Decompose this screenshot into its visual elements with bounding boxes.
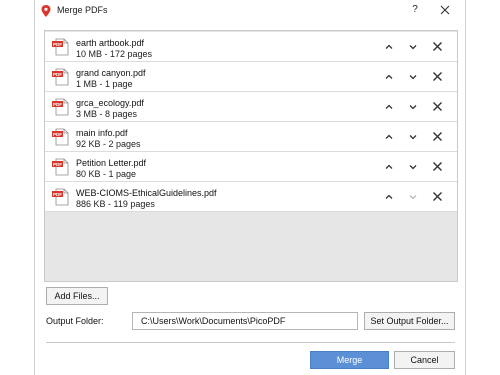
file-row[interactable]: PDF main info.pdf 92 KB - 2 pages	[45, 122, 457, 152]
close-icon[interactable]	[431, 100, 444, 113]
chevron-down-icon[interactable]	[407, 161, 419, 173]
chevron-up-icon[interactable]	[383, 101, 395, 113]
file-meta: 80 KB - 1 page	[76, 169, 137, 179]
pdf-file-icon: PDF	[52, 38, 69, 56]
chevron-up-icon[interactable]	[383, 71, 395, 83]
file-row[interactable]: PDF earth artbook.pdf 10 MB - 172 pages	[45, 32, 457, 62]
pdf-file-icon: PDF	[52, 158, 69, 176]
cancel-button[interactable]: Cancel	[394, 351, 455, 369]
chevron-down-icon[interactable]	[407, 101, 419, 113]
svg-text:PDF: PDF	[53, 192, 62, 197]
chevron-down-icon[interactable]	[407, 71, 419, 83]
svg-text:PDF: PDF	[53, 72, 62, 77]
svg-text:PDF: PDF	[53, 42, 62, 47]
file-row[interactable]: PDF grca_ecology.pdf 3 MB - 8 pages	[45, 92, 457, 122]
map-pin-icon	[41, 5, 51, 17]
chevron-down-icon[interactable]	[407, 41, 419, 53]
window-title: Merge PDFs	[57, 5, 108, 15]
title-bar: Merge PDFs ?	[35, 0, 465, 22]
svg-text:PDF: PDF	[53, 162, 62, 167]
pdf-file-icon: PDF	[52, 98, 69, 116]
file-name: WEB-CIOMS-EthicalGuidelines.pdf	[76, 188, 217, 198]
file-row[interactable]: PDF WEB-CIOMS-EthicalGuidelines.pdf 886 …	[45, 182, 457, 212]
merge-button[interactable]: Merge	[310, 351, 389, 369]
merge-pdfs-dialog: Merge PDFs ? PDF earth artbook.pdf 10 MB…	[34, 0, 466, 375]
output-folder-label: Output Folder:	[46, 316, 104, 326]
file-name: grand canyon.pdf	[76, 68, 146, 78]
svg-text:PDF: PDF	[53, 132, 62, 137]
file-name: main info.pdf	[76, 128, 128, 138]
close-icon[interactable]	[431, 190, 444, 203]
close-icon[interactable]	[431, 130, 444, 143]
file-row[interactable]: PDF Petition Letter.pdf 80 KB - 1 page	[45, 152, 457, 182]
file-name: earth artbook.pdf	[76, 38, 145, 48]
close-icon[interactable]	[431, 70, 444, 83]
window-close-icon[interactable]	[438, 3, 452, 17]
help-button[interactable]: ?	[409, 4, 421, 18]
pdf-file-icon: PDF	[52, 68, 69, 86]
pdf-file-icon: PDF	[52, 128, 69, 146]
close-icon[interactable]	[431, 40, 444, 53]
file-meta: 886 KB - 119 pages	[76, 199, 155, 209]
separator	[46, 342, 455, 343]
file-name: Petition Letter.pdf	[76, 158, 147, 168]
chevron-up-icon[interactable]	[383, 131, 395, 143]
file-meta: 10 MB - 172 pages	[76, 49, 153, 59]
chevron-up-icon[interactable]	[383, 191, 395, 203]
svg-text:PDF: PDF	[53, 102, 62, 107]
close-icon[interactable]	[431, 160, 444, 173]
chevron-down-icon[interactable]	[407, 191, 419, 203]
chevron-up-icon[interactable]	[383, 161, 395, 173]
file-meta: 92 KB - 2 pages	[76, 139, 141, 149]
file-name: grca_ecology.pdf	[76, 98, 144, 108]
file-meta: 1 MB - 1 page	[76, 79, 133, 89]
file-list[interactable]: PDF earth artbook.pdf 10 MB - 172 pages …	[44, 30, 458, 282]
output-folder-field[interactable]	[132, 312, 358, 330]
set-output-folder-button[interactable]: Set Output Folder...	[364, 312, 455, 330]
file-meta: 3 MB - 8 pages	[76, 109, 138, 119]
chevron-down-icon[interactable]	[407, 131, 419, 143]
add-files-button[interactable]: Add Files...	[46, 287, 108, 305]
pdf-file-icon: PDF	[52, 188, 69, 206]
file-row[interactable]: PDF grand canyon.pdf 1 MB - 1 page	[45, 62, 457, 92]
chevron-up-icon[interactable]	[383, 41, 395, 53]
